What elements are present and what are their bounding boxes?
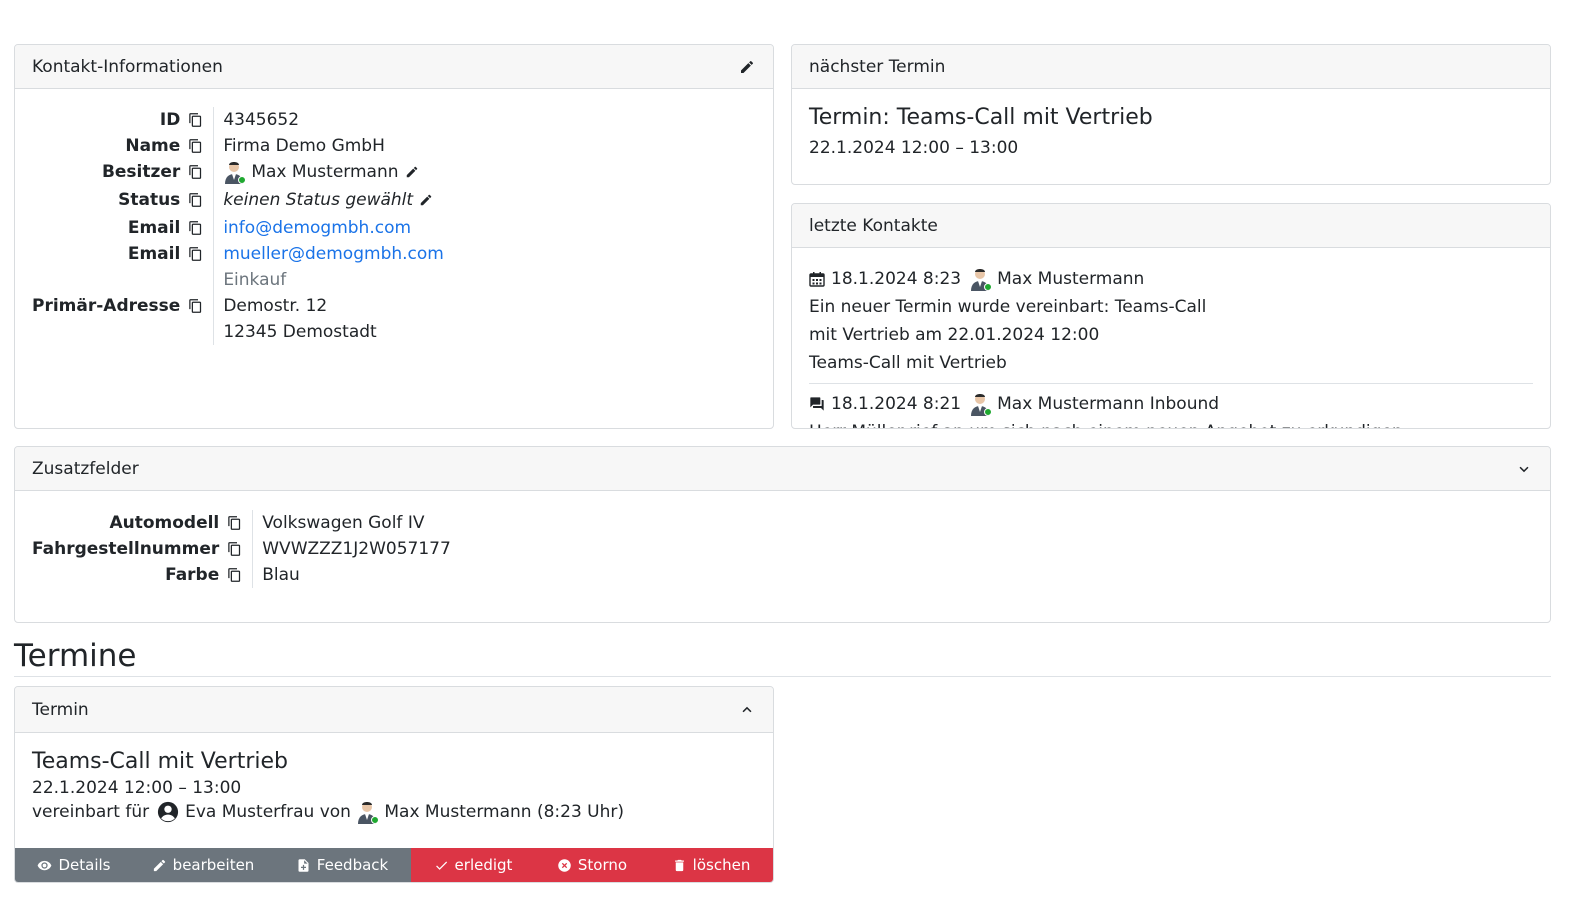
field-label-status: Status [32,185,213,215]
arranged-by-user: Max Mustermann (8:23 Uhr) [384,802,625,822]
contact-entry[interactable]: 18.1.2024 8:21 Max Mustermann Inbound He… [809,390,1533,428]
appointment-card-header[interactable]: Termin [15,687,773,733]
details-button[interactable]: Details [15,848,133,882]
field-value-id: 4345652 [213,107,756,133]
field-value-street: Demostr. 12 [213,293,756,319]
field-value-city: 12345 Demostadt [213,319,756,345]
appointment-arranged: vereinbart für Eva Musterfrau von Max Mu… [32,800,625,824]
contact-info-header: Kontakt-Informationen [15,45,773,89]
field-label-owner: Besitzer [32,159,213,185]
copy-icon[interactable] [188,138,204,154]
next-appointment-header-title: nächster Termin [809,56,946,77]
appointments-section-title: Termine [14,638,137,674]
appointment-card: Termin Teams-Call mit Vertrieb 22.1.2024… [14,686,774,883]
field-label-empty [32,319,213,345]
last-contacts-header-title: letzte Kontakte [809,215,938,236]
copy-icon[interactable] [227,567,243,583]
copy-icon[interactable] [188,220,204,236]
field-label-email: Email [32,241,213,267]
copy-icon[interactable] [188,192,204,208]
contact-entry[interactable]: 18.1.2024 8:23 Max Mustermann Ein neuer … [809,265,1533,377]
appointment-card-header-title: Termin [32,699,89,720]
calendar-icon [809,270,827,288]
last-contacts-card: letzte Kontakte 18.1.2024 8:23 Max Muste… [791,203,1551,429]
extra-fields-card: Zusatzfelder Automodell Volkswagen Golf … [14,446,1551,623]
field-label-vin: Fahrgestellnummer [32,536,252,562]
field-value-car-model: Volkswagen Golf IV [252,510,1533,536]
next-appointment-time: 22.1.2024 12:00 – 13:00 [809,138,1019,158]
edit-pencil-icon[interactable] [738,58,756,76]
contact-info-card: Kontakt-Informationen ID 4345652 Name Fi… [14,44,774,429]
chat-icon [809,395,827,413]
avatar [969,267,993,291]
field-label-color: Farbe [32,562,252,588]
field-value-status: keinen Status gewählt [213,185,756,215]
contact-date: 18.1.2024 8:21 [831,394,962,414]
extra-fields-header-title: Zusatzfelder [32,458,139,479]
field-value-color: Blau [252,562,1533,588]
feedback-button[interactable]: Feedback [273,848,411,882]
chevron-up-icon[interactable] [738,701,756,719]
contact-info-title: Kontakt-Informationen [32,56,223,77]
check-icon [435,861,447,870]
next-appointment-card: nächster Termin Termin: Teams-Call mit V… [791,44,1551,185]
contact-detail: Herr Müller rief an um sich nach einem n… [809,418,1533,428]
copy-icon[interactable] [188,298,204,314]
chevron-down-icon[interactable] [1515,460,1533,478]
arranged-for-user: Eva Musterfrau [185,802,315,822]
field-value-department: Einkauf [213,267,756,293]
last-contacts-header: letzte Kontakte [792,204,1550,248]
appointment-title[interactable]: Teams-Call mit Vertrieb [32,749,756,774]
next-appointment-title[interactable]: Termin: Teams-Call mit Vertrieb [809,105,1533,130]
avatar [969,392,993,416]
field-value-vin: WVWZZZ1J2W057177 [252,536,1533,562]
avatar [223,160,247,184]
done-button[interactable]: erledigt [411,848,535,882]
field-value-owner: Max Mustermann [213,159,756,185]
eye-icon [38,860,52,870]
extra-fields-list: Automodell Volkswagen Golf IV Fahrgestel… [32,510,1533,588]
contact-date: 18.1.2024 8:23 [831,269,962,289]
extra-fields-header[interactable]: Zusatzfelder [15,447,1550,491]
pencil-icon [153,859,165,871]
x-circle-icon [558,858,571,872]
contact-text: Inbound [1149,394,1220,414]
contact-info-list: ID 4345652 Name Firma Demo GmbH Besitzer… [32,107,756,345]
field-value-name: Firma Demo GmbH [213,133,756,159]
field-label-id: ID [32,107,213,133]
copy-icon[interactable] [227,515,243,531]
email-link[interactable]: info@demogmbh.com [223,218,411,238]
field-label-empty [32,267,213,293]
field-label-email: Email [32,215,213,241]
field-value-email: mueller@demogmbh.com [213,241,756,267]
contact-text-continued: mit Vertrieb am 22.01.2024 12:00 [809,325,1100,345]
cancel-button[interactable]: Storno [535,848,649,882]
copy-icon[interactable] [188,164,204,180]
contact-user: Max Mustermann [997,394,1145,414]
edit-button[interactable]: bearbeiten [133,848,273,882]
contact-user: Max Mustermann [997,269,1145,289]
delete-button[interactable]: löschen [649,848,773,882]
appointment-time: 22.1.2024 12:00 – 13:00 [32,778,242,798]
copy-icon[interactable] [188,246,204,262]
copy-icon[interactable] [188,112,204,128]
user-circle-icon [157,801,179,823]
contact-detail: Teams-Call mit Vertrieb [809,353,1007,373]
field-label-car-model: Automodell [32,510,252,536]
field-label-name: Name [32,133,213,159]
appointment-button-bar: Details bearbeiten Feedback erledigt Sto… [15,848,773,882]
field-label-primary-address: Primär-Adresse [32,293,213,319]
field-value-email: info@demogmbh.com [213,215,756,241]
edit-owner-pencil-icon[interactable] [405,164,421,180]
file-add-icon [298,858,309,872]
section-divider [14,676,1551,677]
edit-status-pencil-icon[interactable] [419,192,435,208]
email-link[interactable]: mueller@demogmbh.com [223,244,444,264]
divider [809,383,1533,384]
next-appointment-header: nächster Termin [792,45,1550,89]
copy-icon[interactable] [227,541,243,557]
trash-icon [674,859,684,871]
contact-text: Ein neuer Termin wurde vereinbart: Teams… [809,297,1207,317]
avatar [356,800,380,824]
